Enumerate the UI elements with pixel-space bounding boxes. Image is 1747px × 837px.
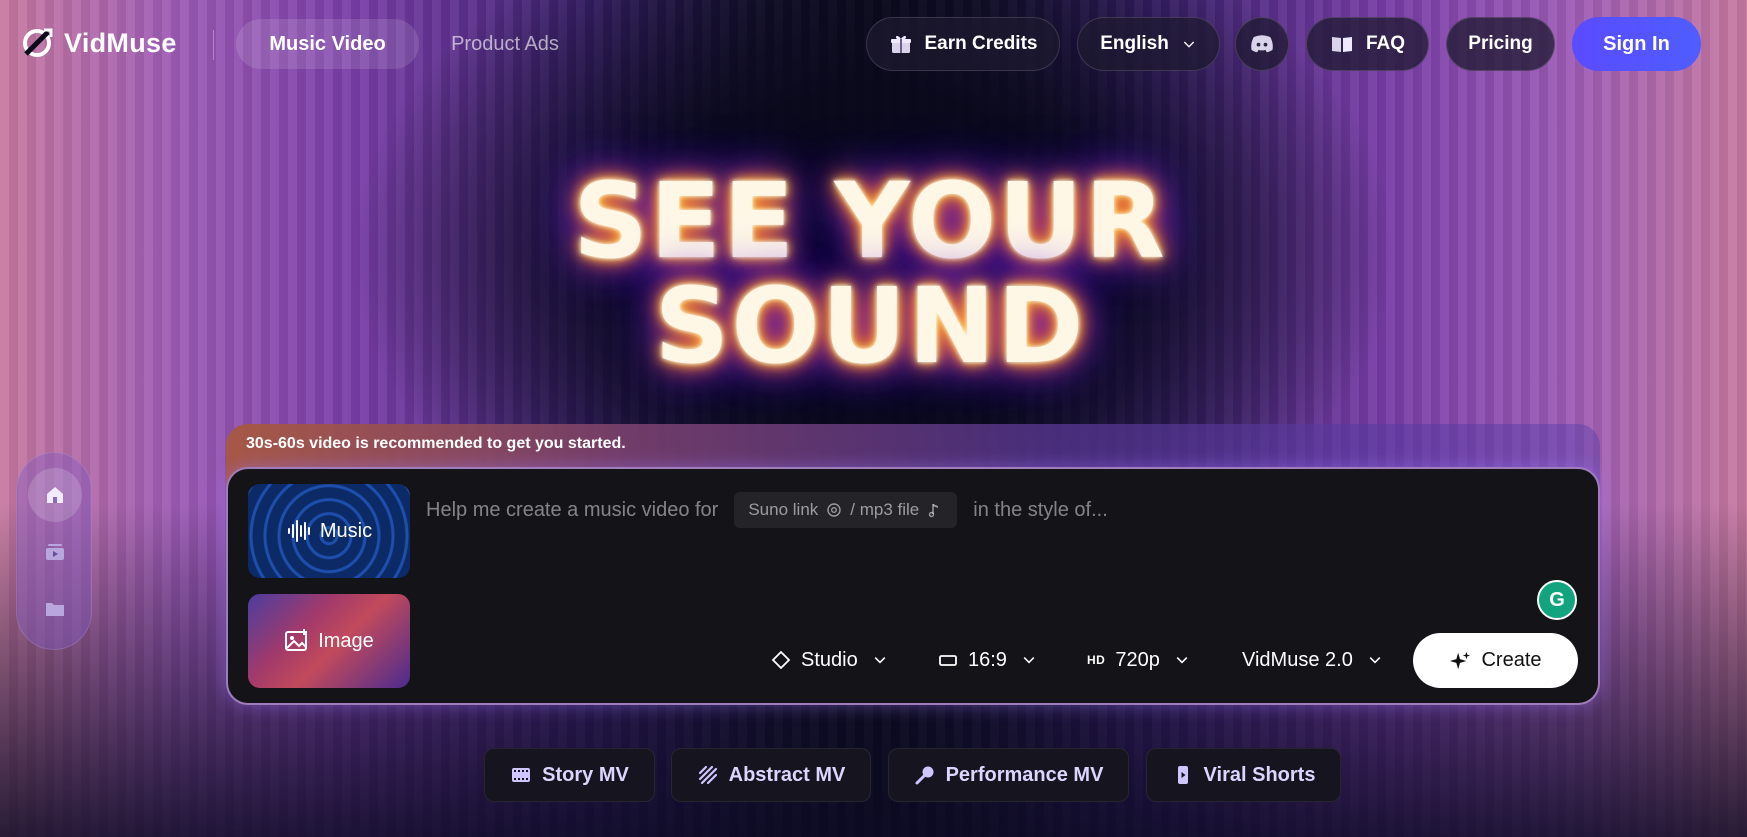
category-abstract-mv-label: Abstract MV (728, 763, 846, 786)
gift-icon (890, 35, 911, 53)
abstract-pattern-icon (698, 765, 717, 785)
chevron-down-icon (1176, 657, 1188, 664)
grammarly-icon: G (1549, 588, 1565, 611)
hero-title: SEE YOUR SOUND (480, 150, 1260, 387)
chevron-down-icon (1183, 41, 1194, 48)
grammarly-button[interactable]: G (1537, 580, 1577, 620)
brand-logo[interactable]: VidMuse (20, 26, 177, 60)
sidebar-item-home[interactable] (28, 468, 82, 522)
pricing-label: Pricing (1468, 33, 1533, 54)
prompt-prefix: Help me create a music video for (426, 498, 719, 521)
category-story-mv-label: Story MV (542, 763, 629, 786)
folder-icon (46, 603, 64, 616)
phone-icon (1177, 766, 1188, 784)
book-icon (1331, 37, 1352, 52)
chevron-down-icon (1369, 657, 1381, 664)
home-icon (47, 487, 63, 503)
category-viral-shorts-label: Viral Shorts (1203, 763, 1316, 786)
category-performance-mv-label: Performance MV (945, 763, 1104, 786)
aspect-ratio-icon (939, 655, 957, 666)
mode-music-label: Music (319, 519, 373, 542)
hero-line-1: SEE YOUR (573, 160, 1167, 282)
image-icon (285, 629, 308, 651)
music-note-icon (929, 504, 939, 518)
earn-credits-label: Earn Credits (924, 33, 1038, 54)
chevron-down-icon (874, 657, 886, 664)
prompt-input[interactable]: Help me create a music video for Suno li… (426, 492, 1108, 528)
suno-link-label: Suno link (748, 500, 819, 519)
model-label: VidMuse 2.0 (1242, 648, 1353, 671)
discord-icon (1251, 35, 1273, 53)
model-select[interactable]: VidMuse 2.0 (1242, 648, 1383, 672)
sidebar-item-projects[interactable] (28, 582, 82, 636)
audio-source-chip[interactable]: Suno link / mp3 file (734, 492, 958, 528)
film-icon (512, 768, 531, 782)
header-divider (213, 30, 214, 60)
sparkle-icon (1450, 651, 1471, 669)
audio-wave-icon (287, 520, 310, 542)
create-button[interactable]: Create (1413, 633, 1578, 688)
earn-credits-button[interactable]: Earn Credits (866, 17, 1060, 71)
pricing-button[interactable]: Pricing (1446, 17, 1555, 71)
tab-product-ads[interactable]: Product Ads (430, 19, 580, 69)
tab-music-video[interactable]: Music Video (236, 19, 419, 69)
mode-image-label: Image (318, 629, 374, 652)
at-link-icon (827, 503, 841, 517)
discord-button[interactable] (1235, 17, 1289, 71)
resolution-select[interactable]: HD 720p (1087, 648, 1190, 672)
sign-in-button[interactable]: Sign In (1572, 17, 1701, 71)
vidmuse-logo-icon (23, 28, 53, 57)
page-background (0, 0, 1747, 837)
mp3-file-label: / mp3 file (850, 500, 920, 519)
brand-name: VidMuse (64, 27, 177, 58)
left-sidebar (16, 452, 92, 650)
hint-text: 30s-60s video is recommended to get you … (246, 435, 626, 452)
sidebar-item-videos[interactable] (28, 525, 82, 579)
aspect-ratio-label: 16:9 (968, 648, 1007, 671)
video-library-icon (46, 544, 64, 560)
prompt-suffix: in the style of... (973, 498, 1108, 521)
resolution-label: 720p (1115, 648, 1160, 671)
create-label: Create (1481, 649, 1542, 671)
diamond-icon (771, 650, 791, 670)
hd-badge: HD (1087, 653, 1106, 667)
faq-label: FAQ (1365, 33, 1406, 54)
category-performance-mv[interactable]: Performance MV (888, 748, 1129, 802)
microphone-icon (915, 766, 934, 785)
hero-line-2: SOUND (654, 265, 1086, 387)
faq-button[interactable]: FAQ (1306, 17, 1429, 71)
mode-music-card[interactable]: Music (248, 484, 410, 578)
style-label: Studio (801, 648, 858, 671)
category-viral-shorts[interactable]: Viral Shorts (1146, 748, 1341, 802)
language-label: English (1100, 33, 1169, 54)
mode-image-card[interactable]: Image (248, 594, 410, 688)
category-story-mv[interactable]: Story MV (484, 748, 655, 802)
language-select[interactable]: English (1077, 17, 1220, 71)
style-select[interactable]: Studio (771, 648, 888, 672)
aspect-ratio-select[interactable]: 16:9 (938, 648, 1037, 672)
chevron-down-icon (1023, 657, 1035, 664)
category-abstract-mv[interactable]: Abstract MV (671, 748, 871, 802)
